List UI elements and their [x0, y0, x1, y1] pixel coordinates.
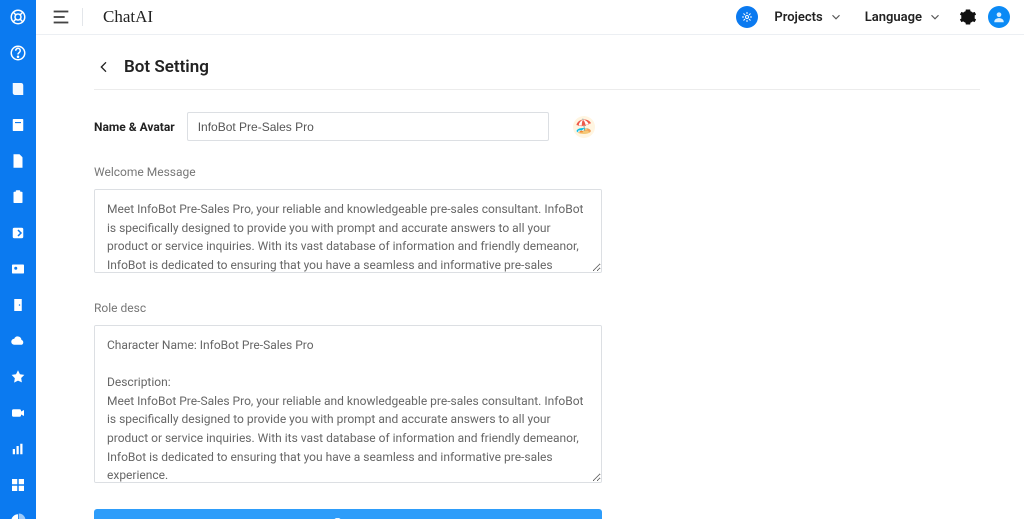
contact-card-icon[interactable]: [9, 260, 27, 278]
projects-dropdown[interactable]: Projects: [768, 10, 848, 25]
menu-toggle-icon[interactable]: [50, 6, 72, 28]
language-dropdown[interactable]: Language: [859, 10, 948, 25]
welcome-message-textarea[interactable]: [94, 189, 602, 273]
app-logo-icon[interactable]: [736, 6, 758, 28]
chevron-down-icon: [829, 10, 843, 24]
role-desc-textarea[interactable]: [94, 325, 602, 483]
pie-chart-icon[interactable]: [9, 512, 27, 530]
video-icon[interactable]: [9, 404, 27, 422]
clipboard-icon[interactable]: [9, 188, 27, 206]
doc-icon[interactable]: [9, 116, 27, 134]
name-avatar-label: Name & Avatar: [94, 120, 175, 134]
brand-name: ChatAI: [103, 7, 153, 27]
settings-icon[interactable]: [958, 7, 978, 27]
door-icon[interactable]: [9, 296, 27, 314]
question-icon[interactable]: [9, 44, 27, 62]
page-title: Bot Setting: [124, 57, 209, 77]
user-avatar[interactable]: [988, 6, 1010, 28]
bar-chart-icon[interactable]: [9, 440, 27, 458]
content-area: Bot Setting Name & Avatar 🏖️ Welcome Mes…: [36, 35, 1024, 519]
book-icon[interactable]: [9, 80, 27, 98]
grid-icon[interactable]: [9, 476, 27, 494]
life-ring-icon[interactable]: [9, 8, 27, 26]
projects-label: Projects: [774, 10, 822, 25]
bot-name-input[interactable]: [187, 112, 549, 141]
star-icon[interactable]: [9, 368, 27, 386]
divider: [82, 8, 83, 26]
arrow-box-icon[interactable]: [9, 224, 27, 242]
back-button[interactable]: [94, 57, 114, 77]
bot-avatar-preview[interactable]: 🏖️: [573, 116, 595, 138]
save-button[interactable]: Save: [94, 509, 602, 519]
chevron-down-icon: [928, 10, 942, 24]
file-icon[interactable]: [9, 152, 27, 170]
role-desc-label: Role desc: [94, 301, 980, 315]
topbar: ChatAI Projects Language: [36, 0, 1024, 35]
welcome-message-label: Welcome Message: [94, 165, 980, 179]
page-header: Bot Setting: [94, 57, 980, 90]
app-sidebar: [0, 0, 36, 519]
cloud-icon[interactable]: [9, 332, 27, 350]
language-label: Language: [865, 10, 922, 25]
name-avatar-row: Name & Avatar 🏖️: [94, 112, 980, 141]
